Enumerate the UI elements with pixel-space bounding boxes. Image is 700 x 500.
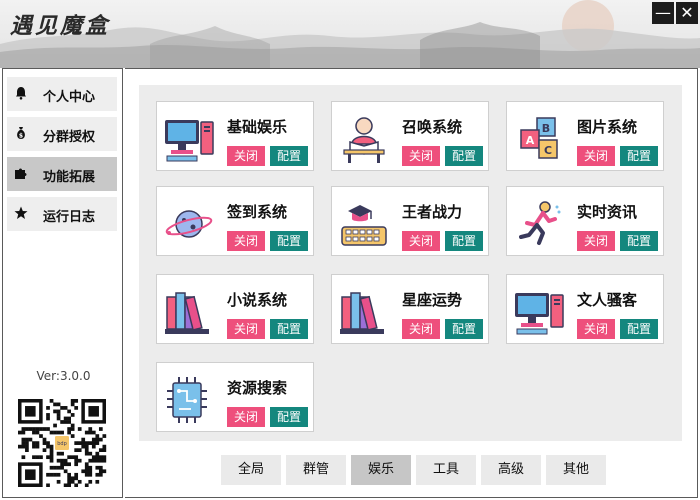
feature-card-summon-system: 召唤系统 关闭 配置 xyxy=(331,101,489,171)
feature-title: 实时资讯 xyxy=(577,203,638,221)
tab-entertainment[interactable]: 娱乐 xyxy=(351,455,411,485)
disable-button[interactable]: 关闭 xyxy=(227,319,265,339)
feature-card-realtime-news: 实时资讯 关闭 配置 xyxy=(506,186,664,256)
config-button[interactable]: 配置 xyxy=(445,146,483,166)
tab-global[interactable]: 全局 xyxy=(221,455,281,485)
bell-icon xyxy=(16,87,26,100)
disable-button[interactable]: 关闭 xyxy=(227,231,265,251)
sidebar: 个人中心 $ 分群授权 功能拓展 运行日志 Ver:3.0.0 bdp xyxy=(2,68,123,498)
sidebar-item-label: 个人中心 xyxy=(43,90,96,105)
version-label: Ver:3.0.0 xyxy=(36,369,91,383)
puzzle-icon xyxy=(15,168,27,179)
sidebar-item-label: 功能拓展 xyxy=(43,170,96,185)
disable-button[interactable]: 关闭 xyxy=(577,231,615,251)
minimize-button[interactable]: — xyxy=(652,2,674,24)
close-button[interactable]: ✕ xyxy=(676,2,698,24)
feature-title: 召唤系统 xyxy=(402,118,463,136)
config-button[interactable]: 配置 xyxy=(620,319,658,339)
computer-icon xyxy=(165,120,214,162)
feature-card-literati: 文人骚客 关闭 配置 xyxy=(506,274,664,344)
sidebar-item-personal-center[interactable]: 个人中心 xyxy=(7,77,117,111)
disable-button[interactable]: 关闭 xyxy=(227,146,265,166)
planet-icon xyxy=(165,210,213,238)
svg-text:B: B xyxy=(542,122,550,135)
svg-text:A: A xyxy=(526,134,535,147)
money-bag-icon: $ xyxy=(17,127,25,140)
feature-card-resource-search: 资源搜索 关闭 配置 xyxy=(156,362,314,432)
tab-advanced[interactable]: 高级 xyxy=(481,455,541,485)
config-button[interactable]: 配置 xyxy=(620,146,658,166)
books-icon xyxy=(340,292,384,334)
feature-title: 王者战力 xyxy=(402,203,463,221)
feature-grid: 基础娱乐 关闭 配置 召唤系统 关闭 配置 B A C 图片系统 关闭 配置 签… xyxy=(139,85,682,441)
feature-card-horoscope: 星座运势 关闭 配置 xyxy=(331,274,489,344)
feature-title: 签到系统 xyxy=(227,203,288,221)
feature-card-novel-system: 小说系统 关闭 配置 xyxy=(156,274,314,344)
chip-icon xyxy=(167,377,207,423)
config-button[interactable]: 配置 xyxy=(445,319,483,339)
feature-title: 文人骚客 xyxy=(577,291,638,309)
graduation-keyboard-icon xyxy=(341,205,387,246)
disable-button[interactable]: 关闭 xyxy=(402,146,440,166)
sidebar-item-label: 运行日志 xyxy=(43,210,96,225)
disable-button[interactable]: 关闭 xyxy=(577,319,615,339)
running-man-icon xyxy=(519,201,561,245)
star-icon xyxy=(14,206,28,219)
feature-card-honor-power: 王者战力 关闭 配置 xyxy=(331,186,489,256)
feature-card-basic-entertainment: 基础娱乐 关闭 配置 xyxy=(156,101,314,171)
disable-button[interactable]: 关闭 xyxy=(402,319,440,339)
computer-icon xyxy=(515,293,564,335)
svg-text:$: $ xyxy=(19,133,23,140)
tab-other[interactable]: 其他 xyxy=(546,455,606,485)
books-icon xyxy=(165,292,209,334)
config-button[interactable]: 配置 xyxy=(270,407,308,427)
sidebar-item-feature-ext[interactable]: 功能拓展 xyxy=(7,157,117,191)
config-button[interactable]: 配置 xyxy=(270,146,308,166)
abc-blocks-icon: B A C xyxy=(520,117,558,159)
config-button[interactable]: 配置 xyxy=(270,231,308,251)
sidebar-item-group-auth[interactable]: $ 分群授权 xyxy=(7,117,117,151)
app-title: 遇见魔盒 xyxy=(10,13,111,39)
feature-title: 基础娱乐 xyxy=(227,118,288,136)
feature-title: 小说系统 xyxy=(227,291,288,309)
feature-title: 资源搜索 xyxy=(227,379,288,397)
feature-title: 图片系统 xyxy=(577,118,638,136)
feature-card-checkin-system: 签到系统 关闭 配置 xyxy=(156,186,314,256)
disable-button[interactable]: 关闭 xyxy=(577,146,615,166)
reading-person-icon xyxy=(343,117,385,163)
tab-group-management[interactable]: 群管 xyxy=(286,455,346,485)
tab-tools[interactable]: 工具 xyxy=(416,455,476,485)
config-button[interactable]: 配置 xyxy=(270,319,308,339)
feature-card-image-system: B A C 图片系统 关闭 配置 xyxy=(506,101,664,171)
config-button[interactable]: 配置 xyxy=(445,231,483,251)
disable-button[interactable]: 关闭 xyxy=(227,407,265,427)
sidebar-item-label: 分群授权 xyxy=(43,130,96,145)
config-button[interactable]: 配置 xyxy=(620,231,658,251)
disable-button[interactable]: 关闭 xyxy=(402,231,440,251)
feature-title: 星座运势 xyxy=(402,291,463,309)
sidebar-item-run-log[interactable]: 运行日志 xyxy=(7,197,117,231)
qr-badge-label: bdp xyxy=(57,441,67,447)
svg-text:C: C xyxy=(544,144,552,157)
title-bar: 遇见魔盒 — ✕ xyxy=(0,0,700,68)
main-panel: 基础娱乐 关闭 配置 召唤系统 关闭 配置 B A C 图片系统 关闭 配置 签… xyxy=(125,68,698,498)
qr-code: bdp xyxy=(16,399,108,487)
